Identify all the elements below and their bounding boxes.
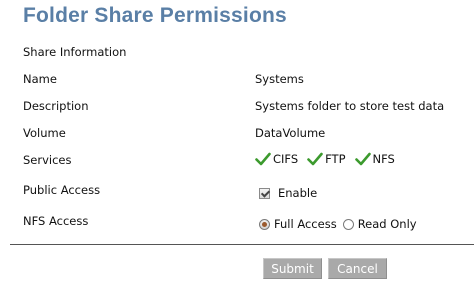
service-nfs-label: NFS <box>372 152 395 166</box>
cancel-button[interactable]: Cancel <box>328 258 387 279</box>
volume-label: Volume <box>23 126 66 140</box>
read-only-radio[interactable] <box>342 218 354 230</box>
service-cifs: CIFS <box>255 152 298 166</box>
services-label: Services <box>23 153 72 167</box>
checkmark-icon <box>255 152 271 166</box>
service-nfs: NFS <box>354 152 395 166</box>
nfs-access-options: Full Access Read Only <box>255 217 417 231</box>
service-cifs-label: CIFS <box>273 152 299 166</box>
name-label: Name <box>23 72 57 86</box>
checkmark-icon <box>307 152 323 166</box>
description-value: Systems folder to store test data <box>255 99 445 113</box>
full-access-radio[interactable] <box>259 218 270 230</box>
section-heading: Share Information <box>23 45 127 59</box>
page-title: Folder Share Permissions <box>23 4 287 27</box>
divider <box>10 244 474 245</box>
enable-checkbox-label[interactable]: Enable <box>278 186 317 200</box>
nfs-access-label: NFS Access <box>23 214 89 228</box>
volume-value: DataVolume <box>255 126 326 140</box>
public-access-label: Public Access <box>23 183 101 197</box>
enable-checkbox[interactable] <box>259 187 270 199</box>
service-ftp: FTP <box>307 152 346 166</box>
description-label: Description <box>23 99 89 113</box>
read-only-label[interactable]: Read Only <box>358 217 417 231</box>
submit-button[interactable]: Submit <box>263 258 322 279</box>
public-access-control[interactable]: Enable <box>255 186 317 200</box>
service-ftp-label: FTP <box>325 152 346 166</box>
services-list: CIFS FTP NFS <box>255 152 404 166</box>
name-value: Systems <box>255 72 304 86</box>
checkmark-icon <box>354 152 371 166</box>
full-access-label[interactable]: Full Access <box>274 217 337 231</box>
